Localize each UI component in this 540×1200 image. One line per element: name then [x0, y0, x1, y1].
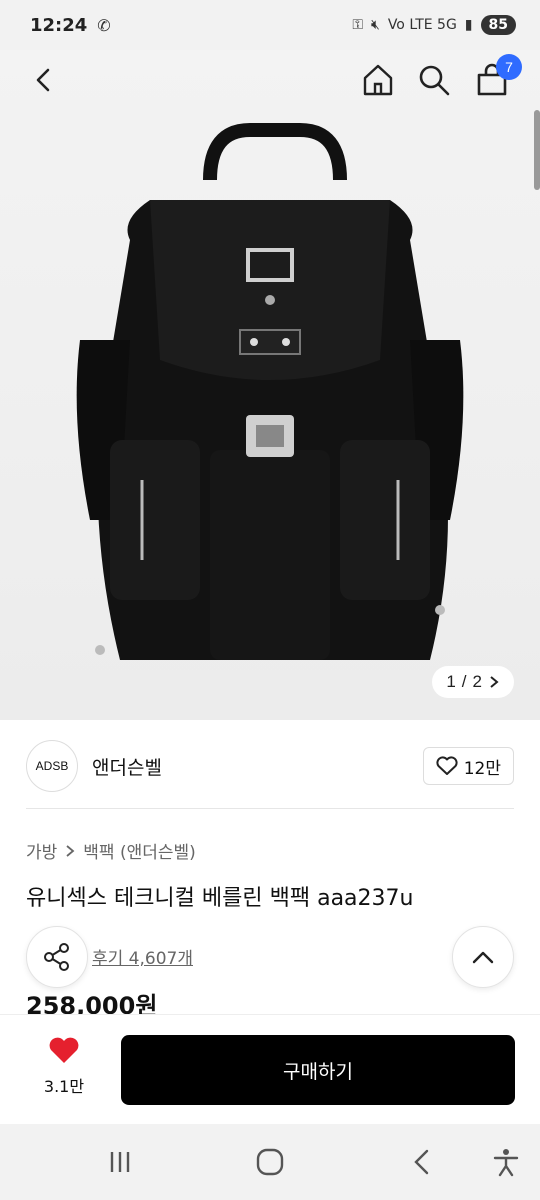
- purchase-bar: 3.1만 구매하기: [0, 1014, 540, 1124]
- product-image-gallery[interactable]: 7 1 / 2: [0, 50, 540, 720]
- search-button[interactable]: [410, 56, 458, 104]
- scroll-to-top-button[interactable]: [452, 926, 514, 988]
- backpack-product-image: [76, 123, 464, 660]
- brand-like-count: 12만: [463, 758, 501, 779]
- signal-icon: ▮: [464, 17, 473, 33]
- status-icons: ⚿ 🔇︎ Vo LTE 5G ▮ 85: [352, 15, 516, 35]
- home-icon: [363, 64, 393, 96]
- search-icon: [419, 65, 450, 96]
- divider: [26, 808, 514, 809]
- chevron-right-icon: [490, 676, 499, 688]
- share-icon: [44, 943, 69, 971]
- breadcrumb-item-backpack[interactable]: 백팩 (앤더슨벨): [83, 838, 196, 863]
- scrollbar-thumb[interactable]: [534, 110, 540, 190]
- status-bar: 12:24 ✆ ⚿ 🔇︎ Vo LTE 5G ▮ 85: [0, 0, 540, 50]
- network-label: Vo LTE 5G: [387, 17, 457, 33]
- key-icon: ⚿: [352, 17, 363, 33]
- cart-count-badge: 7: [496, 54, 522, 80]
- heart-outline-icon: [436, 756, 458, 775]
- accessibility-button[interactable]: [486, 1146, 526, 1178]
- back-icon: [414, 1149, 429, 1175]
- status-time: 12:24: [30, 14, 88, 36]
- back-button[interactable]: [20, 56, 68, 104]
- wishlist-count: 3.1만: [43, 1077, 85, 1096]
- gallery-total-pages: 2: [472, 672, 482, 691]
- android-home-button[interactable]: [250, 1146, 290, 1178]
- brand-name[interactable]: 앤더슨벨: [92, 753, 162, 780]
- accessibility-icon: [493, 1149, 519, 1177]
- recent-apps-button[interactable]: [100, 1146, 140, 1178]
- review-link[interactable]: 후기 4,607개: [92, 944, 193, 969]
- share-button[interactable]: [26, 926, 88, 988]
- gallery-page-separator: /: [461, 672, 467, 691]
- android-nav-bar: [0, 1124, 540, 1200]
- chevron-up-icon: [472, 951, 494, 964]
- brand-logo[interactable]: ADSB: [26, 740, 78, 792]
- gallery-page-indicator[interactable]: 1 / 2: [432, 666, 514, 698]
- home-button[interactable]: [354, 56, 402, 104]
- home-circle-icon: [256, 1148, 284, 1176]
- buy-button[interactable]: 구매하기: [121, 1035, 515, 1105]
- chevron-right-icon: [66, 844, 75, 857]
- battery-level: 85: [480, 15, 516, 35]
- brand-like-button[interactable]: 12만: [422, 747, 514, 785]
- wishlist-button[interactable]: 3.1만: [26, 1037, 102, 1097]
- gallery-current-page: 1: [446, 672, 456, 691]
- recent-apps-icon: [110, 1152, 130, 1172]
- mute-icon: 🔇︎: [370, 17, 380, 33]
- missed-call-icon: ✆: [97, 15, 111, 35]
- top-nav: 7: [0, 50, 540, 114]
- android-back-button[interactable]: [402, 1146, 442, 1178]
- breadcrumb: 가방 백팩 (앤더슨벨): [26, 838, 196, 863]
- product-title: 유니섹스 테크니컬 베를린 백팩 aaa237u: [26, 886, 414, 911]
- breadcrumb-item-bags[interactable]: 가방: [26, 838, 57, 863]
- back-arrow-icon: [36, 68, 50, 92]
- brand-row: ADSB 앤더슨벨 12만: [26, 736, 514, 796]
- cart-button[interactable]: 7: [468, 54, 522, 104]
- heart-icon: [49, 1037, 79, 1063]
